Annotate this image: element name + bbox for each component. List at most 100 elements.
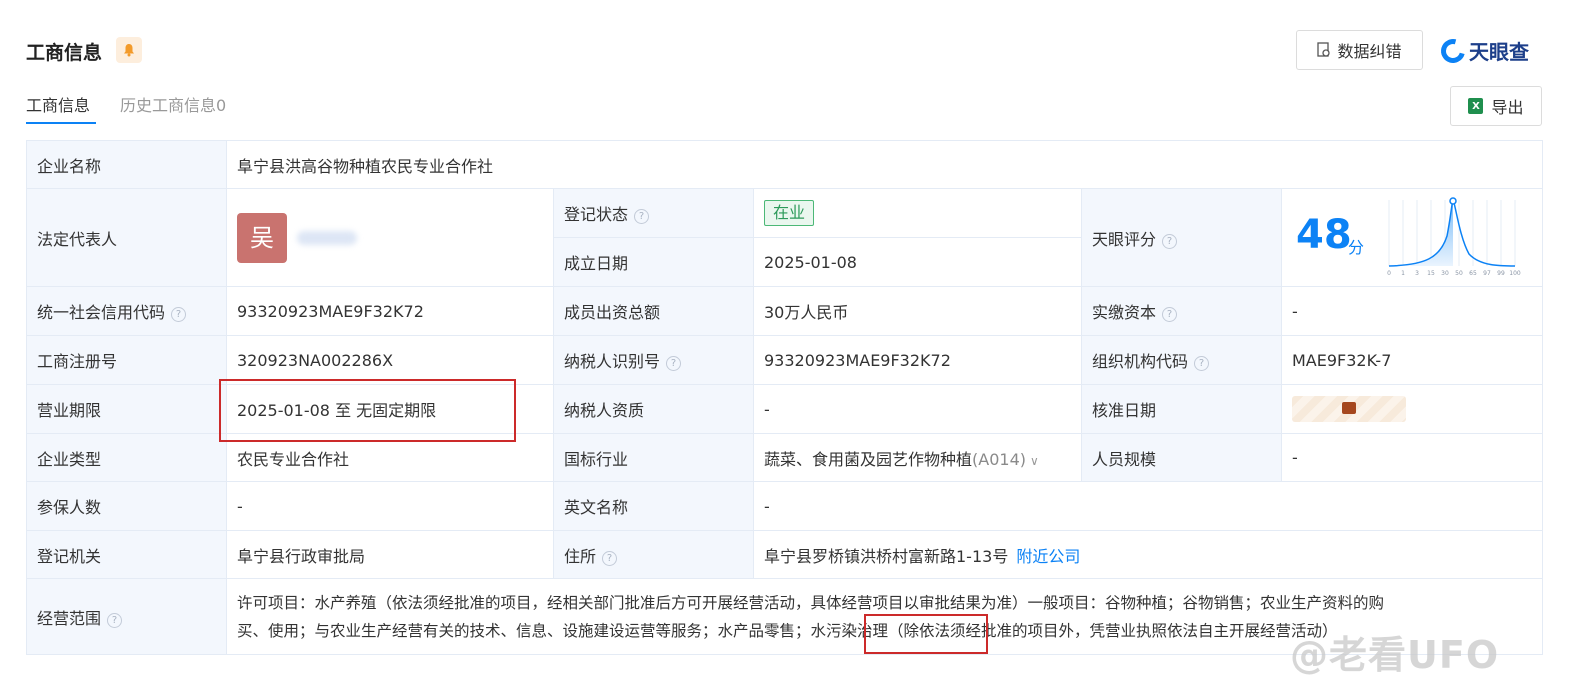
help-icon[interactable]: ? [1194, 356, 1210, 371]
member-capital-label: 成员出资总额 [553, 286, 754, 336]
document-icon [1317, 42, 1331, 57]
member-capital-value: 30万人民币 [753, 286, 1082, 336]
avatar[interactable]: 吴 [237, 212, 287, 263]
paid-capital-label-cell: 实缴资本? [1081, 286, 1282, 336]
staff-size-value: - [1280, 433, 1544, 482]
score-tick-label: 1 [1401, 270, 1405, 277]
table-row: 统一社会信用代码? 93320923MAE9F32K72 成员出资总额 30万人… [26, 286, 1544, 336]
founded-value: 2025-01-08 [753, 237, 1082, 287]
section-title: 工商信息 [26, 42, 103, 64]
bell-icon[interactable] [116, 37, 142, 63]
scope-line-1: 许可项目：水产养殖（依法须经批准的项目，经相关部门批准后方可开展经营活动，具体经… [237, 593, 1385, 612]
authority-label: 登记机关 [26, 530, 227, 579]
data-correction-label: 数据纠错 [1337, 42, 1402, 61]
legal-rep-value: 吴 [226, 188, 554, 287]
score-cell[interactable]: 48 分 0 1 3 15 30 50 65 97 99 100 [1280, 188, 1544, 287]
help-icon[interactable]: ? [666, 356, 682, 371]
help-icon[interactable]: ? [107, 612, 123, 628]
industry-label: 国标行业 [553, 433, 754, 482]
tab-history-business-info[interactable]: 历史工商信息0 [120, 92, 226, 116]
english-name-value: - [752, 481, 1544, 531]
english-name-label: 英文名称 [553, 481, 754, 531]
score-distribution-chart: 0 1 3 15 30 50 65 97 99 100 [1387, 197, 1521, 277]
approval-date-value [1280, 384, 1544, 434]
table-row: 登记机关 阜宁县行政审批局 住所? 阜宁县罗桥镇洪桥村富新路1-13号 附近公司 [26, 530, 1544, 579]
help-icon[interactable]: ? [171, 307, 187, 322]
scope-label-cell: 经营范围? [26, 578, 227, 655]
company-type-label: 企业类型 [26, 433, 227, 482]
export-button[interactable]: X 导出 [1450, 86, 1542, 126]
staff-size-label: 人员规模 [1081, 433, 1282, 482]
score-unit: 分 [1348, 238, 1365, 257]
help-icon[interactable]: ? [1162, 233, 1178, 249]
industry-value-cell[interactable]: 蔬菜、食用菌及园艺作物种植(A014) ∨ [753, 433, 1082, 482]
paid-capital-value: - [1280, 286, 1544, 336]
org-code-label-cell: 组织机构代码? [1081, 335, 1282, 385]
score-widget[interactable]: 48 分 0 1 3 15 30 50 65 97 99 100 [1282, 190, 1542, 285]
score-label: 天眼评分 [1092, 229, 1157, 249]
score-label-cell: 天眼评分? [1081, 188, 1282, 287]
score-tick-label: 3 [1415, 270, 1419, 277]
help-icon[interactable]: ? [602, 550, 618, 566]
score-tick-label: 65 [1469, 270, 1477, 277]
org-code-label: 组织机构代码 [1092, 352, 1189, 371]
active-tab-indicator [26, 122, 96, 124]
score-tick-label: 0 [1387, 270, 1391, 277]
authority-value: 阜宁县行政审批局 [226, 530, 554, 579]
credit-code-label-cell: 统一社会信用代码? [26, 286, 227, 336]
taxpayer-id-value: 93320923MAE9F32K72 [753, 335, 1082, 385]
founded-label: 成立日期 [553, 237, 754, 287]
highlight-box-pollution [864, 614, 988, 654]
lock-icon [1342, 402, 1356, 414]
score-area [1389, 201, 1453, 266]
score-tick-label: 30 [1441, 270, 1449, 277]
highlight-box-term [219, 379, 516, 442]
nearby-companies-link[interactable]: 附近公司 [1016, 547, 1080, 566]
address-label-cell: 住所? [553, 530, 754, 579]
company-name-label: 企业名称 [26, 140, 227, 189]
help-icon[interactable]: ? [634, 209, 650, 224]
score-tick-label: 99 [1497, 270, 1505, 277]
reg-no-value: 320923NA002286X [226, 335, 554, 385]
brand-name: 天眼查 [1469, 40, 1529, 64]
scope-label: 经营范围 [37, 608, 102, 628]
brand-logo: 天眼查 [1436, 34, 1529, 67]
score-number: 48 [1296, 212, 1352, 258]
approval-date-label: 核准日期 [1081, 384, 1282, 434]
org-code-value: MAE9F32K-7 [1280, 335, 1544, 385]
paid-capital-label: 实缴资本 [1092, 303, 1157, 322]
score-tick-label: 100 [1509, 270, 1521, 277]
insured-value: - [226, 481, 554, 531]
address-value: 阜宁县罗桥镇洪桥村富新路1-13号 [764, 546, 1009, 566]
table-row: 企业名称 阜宁县洪高谷物种植农民专业合作社 [26, 140, 1544, 189]
reg-no-label: 工商注册号 [26, 335, 227, 385]
reg-status-cell: 在业 [753, 188, 1082, 238]
score-tick-label: 97 [1483, 270, 1491, 277]
address-value-cell: 阜宁县罗桥镇洪桥村富新路1-13号 附近公司 [752, 530, 1544, 579]
table-row: 工商注册号 320923NA002286X 纳税人识别号? 93320923MA… [26, 335, 1544, 385]
export-label: 导出 [1491, 98, 1524, 117]
industry-value: 蔬菜、食用菌及园艺作物种植 [764, 449, 973, 469]
chevron-down-icon[interactable]: ∨ [1030, 454, 1039, 468]
score-ticks: 0 1 3 15 30 50 65 97 99 100 [1387, 270, 1521, 277]
section-header: 工商信息 数据纠错 天眼查 [26, 30, 1546, 70]
tab-business-info[interactable]: 工商信息 [26, 92, 90, 116]
insured-label: 参保人数 [26, 481, 227, 531]
industry-code: (A014) [972, 449, 1026, 469]
blurred-name [297, 230, 357, 245]
status-badge: 在业 [764, 200, 815, 226]
score-marker [1449, 197, 1457, 205]
tax-quality-label: 纳税人资质 [553, 384, 754, 434]
locked-field[interactable] [1292, 396, 1406, 422]
taxpayer-id-label: 纳税人识别号 [564, 352, 661, 371]
excel-icon: X [1468, 98, 1484, 114]
reg-status-label-cell: 登记状态? [553, 188, 754, 238]
help-icon[interactable]: ? [1162, 307, 1178, 322]
tax-quality-value: - [753, 384, 1082, 434]
table-row: 参保人数 - 英文名称 - [26, 481, 1544, 531]
address-label: 住所 [564, 546, 597, 566]
data-correction-button[interactable]: 数据纠错 [1296, 30, 1423, 70]
brand-mark-icon [1436, 34, 1470, 67]
watermark: @老看UFO [1290, 633, 1500, 677]
term-label: 营业期限 [26, 384, 227, 434]
